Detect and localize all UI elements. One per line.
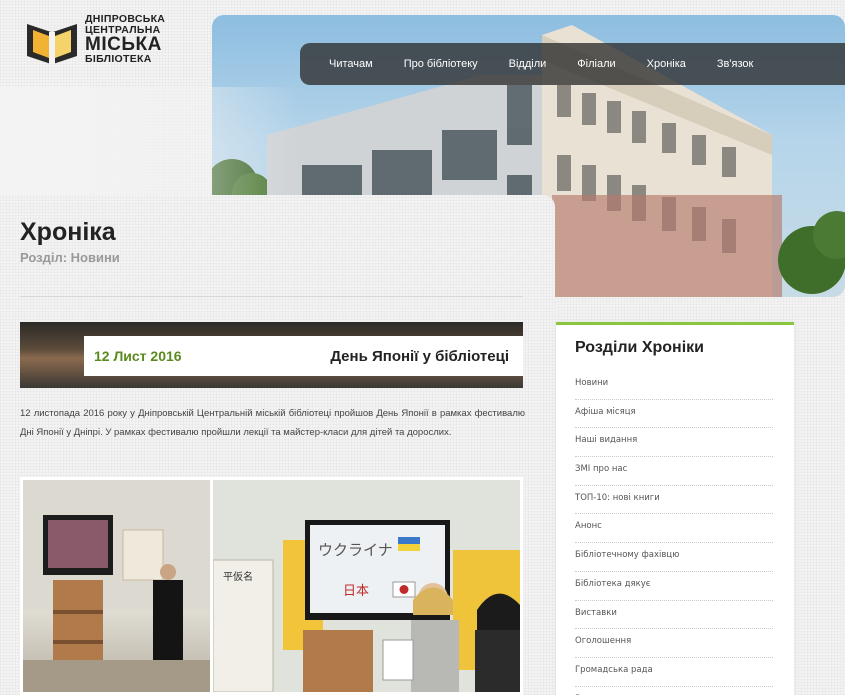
article-header-box: 12 Лист 2016 День Японії у бібліотеці bbox=[84, 336, 523, 376]
event-photo-1[interactable] bbox=[23, 480, 210, 692]
sidebar-item[interactable]: Громадська рада bbox=[575, 658, 773, 687]
sidebar-item[interactable]: Наші видання bbox=[575, 428, 773, 458]
nav-item-branches[interactable]: Філіали bbox=[577, 58, 615, 70]
page-subtitle: Розділ: Новини bbox=[20, 250, 120, 265]
main-nav: Читачам Про бібліотеку Відділи Філіали Х… bbox=[300, 43, 845, 85]
article-date: 12 Лист 2016 bbox=[94, 348, 182, 364]
site-logo[interactable]: ДНІПРОВСЬКА ЦЕНТРАЛЬНА МІСЬКА БІБЛІОТЕКА bbox=[25, 14, 195, 72]
article-photos: 平仮名 ウクライナ 日本 bbox=[20, 477, 523, 695]
article-title[interactable]: День Японії у бібліотеці bbox=[330, 348, 509, 365]
sidebar-item[interactable]: Афіша місяця bbox=[575, 400, 773, 429]
sidebar-item[interactable]: Оголошення bbox=[575, 629, 773, 658]
sidebar-list: Новини Афіша місяця Наші видання ЗМІ про на… bbox=[575, 371, 773, 695]
nav-item-about[interactable]: Про бібліотеку bbox=[404, 58, 478, 70]
sidebar: Розділи Хроніки Новини Афіша місяця Наші в… bbox=[556, 322, 794, 695]
event-photo-2[interactable]: 平仮名 ウクライナ 日本 bbox=[213, 480, 520, 692]
sidebar-item[interactable]: Анонс bbox=[575, 514, 773, 544]
logo-line-4: БІБЛІОТЕКА bbox=[85, 53, 152, 65]
sidebar-item[interactable]: Новини bbox=[575, 371, 773, 400]
logo-text: ДНІПРОВСЬКА ЦЕНТРАЛЬНА МІСЬКА БІБЛІОТЕКА bbox=[85, 14, 165, 65]
nav-item-readers[interactable]: Читачам bbox=[329, 58, 373, 70]
article-header: 12 Лист 2016 День Японії у бібліотеці bbox=[20, 322, 523, 388]
divider bbox=[20, 296, 523, 297]
photo-2-illustration: 平仮名 ウクライナ 日本 bbox=[213, 480, 520, 692]
photo-sign-text: 平仮名 bbox=[223, 570, 253, 583]
photo-tv-text: ウクライナ bbox=[318, 541, 393, 559]
sidebar-item[interactable]: ЗМІ про нас bbox=[575, 457, 773, 486]
sidebar-item[interactable]: Бібліотека дякує bbox=[575, 572, 773, 601]
sidebar-item[interactable]: ТОП-10: нові книги bbox=[575, 486, 773, 515]
photo-tv-text-2: 日本 bbox=[343, 584, 369, 599]
article-body: 12 листопада 2016 року у Дніпровській Це… bbox=[20, 408, 525, 438]
nav-item-chronicle[interactable]: Хроніка bbox=[647, 58, 686, 70]
nav-item-contact[interactable]: Зв'язок bbox=[717, 58, 753, 70]
sidebar-item[interactable]: Випускаю ворох bbox=[575, 687, 773, 695]
sidebar-title: Розділи Хроніки bbox=[575, 339, 705, 356]
sidebar-item[interactable]: Бібліотечному фахівцю bbox=[575, 543, 773, 572]
logo-book-icon bbox=[27, 24, 77, 64]
logo-line-3: МІСЬКА bbox=[85, 34, 162, 55]
sidebar-item[interactable]: Виставки bbox=[575, 601, 773, 630]
logo-line-1: ДНІПРОВСЬКА bbox=[85, 13, 166, 25]
page-title: Хроніка bbox=[20, 218, 116, 246]
nav-item-departments[interactable]: Відділи bbox=[509, 58, 547, 70]
photo-1-illustration bbox=[23, 480, 210, 692]
